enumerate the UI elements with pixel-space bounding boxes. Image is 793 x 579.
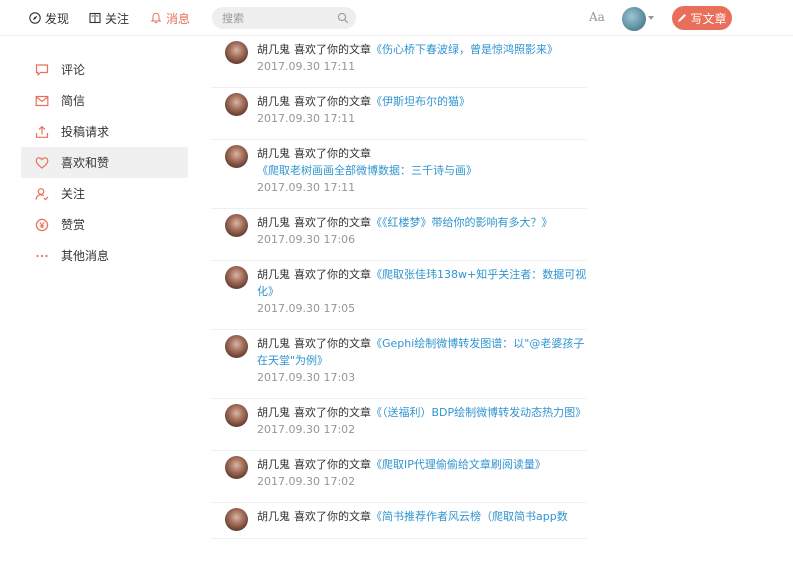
action-text: 喜欢了你的文章: [294, 510, 371, 523]
avatar[interactable]: [225, 335, 248, 358]
article-link[interactable]: 《《红楼梦》带给你的影响有多大？》: [371, 216, 553, 229]
list-item: 胡几鬼 喜欢了你的文章《Gephi绘制微博转发图谱：以"@老婆孩子在天堂"为例》 …: [211, 330, 587, 399]
avatar[interactable]: [225, 456, 248, 479]
action-text: 喜欢了你的文章: [294, 216, 371, 229]
user-link[interactable]: 胡几鬼: [257, 510, 290, 523]
article-link[interactable]: 《伊斯坦布尔的猫》: [371, 95, 470, 108]
bell-icon: [150, 12, 162, 24]
sidebar-item-likes[interactable]: 喜欢和赞: [21, 147, 188, 178]
article-link[interactable]: 《爬取IP代理偷偷给文章刷阅读量》: [371, 458, 546, 471]
book-icon: [89, 12, 101, 24]
list-item: 胡几鬼 喜欢了你的文章《伊斯坦布尔的猫》 2017.09.30 17:11: [211, 88, 587, 140]
list-item: 胡几鬼 喜欢了你的文章《爬取张佳玮138w+知乎关注者：数据可视化》 2017.0…: [211, 261, 587, 330]
timestamp: 2017.09.30 17:06: [257, 233, 356, 246]
nav-follow-label: 关注: [105, 11, 130, 26]
list-item: 胡几鬼 喜欢了你的文章《（送福利）BDP绘制微博转发动态热力图》 2017.09.…: [211, 399, 587, 451]
write-article-label: 写文章: [690, 11, 727, 26]
timestamp: 2017.09.30 17:11: [257, 60, 356, 73]
avatar[interactable]: [225, 93, 248, 116]
avatar[interactable]: [225, 145, 248, 168]
search-input[interactable]: [222, 10, 332, 26]
sidebar-item-messages[interactable]: 简信: [21, 85, 188, 116]
action-text: 喜欢了你的文章: [294, 458, 371, 471]
nav-messages-label: 消息: [166, 11, 191, 26]
list-item: 胡几鬼 喜欢了你的文章《爬取老树画画全部微博数据：三千诗与画》 2017.09.3…: [211, 140, 587, 209]
user-link[interactable]: 胡几鬼: [257, 337, 290, 350]
avatar[interactable]: [225, 508, 248, 531]
article-link[interactable]: 《（送福利）BDP绘制微博转发动态热力图》: [371, 406, 586, 419]
nav-messages[interactable]: 消息: [150, 10, 190, 26]
notification-list: 胡几鬼 喜欢了你的文章《伤心桥下春波绿，曾是惊鸿照影来》 2017.09.30 1…: [211, 36, 587, 539]
action-text: 喜欢了你的文章: [294, 147, 371, 160]
article-link[interactable]: 《简书推荐作者风云榜（爬取简书app数: [371, 510, 568, 523]
sidebar-item-label: 简信: [61, 94, 86, 108]
mail-icon: [35, 95, 49, 106]
heart-icon: [35, 156, 49, 169]
compass-icon: [29, 12, 41, 24]
yen-icon: [35, 218, 49, 231]
avatar[interactable]: [225, 214, 248, 237]
chevron-down-icon[interactable]: [648, 16, 654, 20]
user-link[interactable]: 胡几鬼: [257, 147, 290, 160]
write-article-button[interactable]: 写文章: [672, 6, 732, 30]
action-text: 喜欢了你的文章: [294, 268, 371, 281]
sidebar-item-label: 关注: [61, 187, 86, 201]
search-box: [212, 7, 356, 29]
sidebar-item-submissions[interactable]: 投稿请求: [21, 116, 188, 147]
more-icon: [36, 254, 48, 257]
article-link[interactable]: 《伤心桥下春波绿，曾是惊鸿照影来》: [371, 43, 558, 56]
sidebar: 评论 简信 投稿请求 喜欢和赞 关注 赞赏 其他消息: [21, 54, 188, 271]
user-avatar[interactable]: [622, 7, 646, 31]
top-navbar: 发现 关注 消息 Aa 写文章: [0, 0, 793, 36]
article-link[interactable]: 《爬取老树画画全部微博数据：三千诗与画》: [257, 164, 477, 177]
list-item: 胡几鬼 喜欢了你的文章《伤心桥下春波绿，曾是惊鸿照影来》 2017.09.30 1…: [211, 36, 587, 88]
timestamp: 2017.09.30 17:02: [257, 423, 356, 436]
user-link[interactable]: 胡几鬼: [257, 268, 290, 281]
user-link[interactable]: 胡几鬼: [257, 95, 290, 108]
pen-icon: [678, 14, 687, 22]
sidebar-item-other[interactable]: 其他消息: [21, 240, 188, 271]
nav-follow[interactable]: 关注: [89, 10, 129, 26]
avatar[interactable]: [225, 404, 248, 427]
timestamp: 2017.09.30 17:11: [257, 181, 356, 194]
nav-discover[interactable]: 发现: [29, 10, 69, 26]
action-text: 喜欢了你的文章: [294, 95, 371, 108]
sidebar-item-comments[interactable]: 评论: [21, 54, 188, 85]
user-link[interactable]: 胡几鬼: [257, 216, 290, 229]
timestamp: 2017.09.30 17:11: [257, 112, 356, 125]
list-item: 胡几鬼 喜欢了你的文章《《红楼梦》带给你的影响有多大？》 2017.09.30 1…: [211, 209, 587, 261]
comment-icon: [35, 63, 49, 76]
user-follow-icon: [35, 187, 49, 200]
action-text: 喜欢了你的文章: [294, 337, 371, 350]
timestamp: 2017.09.30 17:05: [257, 302, 356, 315]
avatar[interactable]: [225, 266, 248, 289]
upload-icon: [35, 125, 49, 138]
sidebar-item-label: 投稿请求: [61, 125, 110, 139]
sidebar-item-label: 赞赏: [61, 218, 86, 232]
sidebar-item-rewards[interactable]: 赞赏: [21, 209, 188, 240]
user-link[interactable]: 胡几鬼: [257, 458, 290, 471]
search-icon[interactable]: [337, 12, 349, 24]
sidebar-item-follows[interactable]: 关注: [21, 178, 188, 209]
avatar[interactable]: [225, 41, 248, 64]
font-size-toggle[interactable]: Aa: [589, 10, 605, 24]
timestamp: 2017.09.30 17:03: [257, 371, 356, 384]
action-text: 喜欢了你的文章: [294, 406, 371, 419]
list-item: 胡几鬼 喜欢了你的文章《简书推荐作者风云榜（爬取简书app数: [211, 503, 587, 539]
list-item: 胡几鬼 喜欢了你的文章《爬取IP代理偷偷给文章刷阅读量》 2017.09.30 1…: [211, 451, 587, 503]
nav-discover-label: 发现: [45, 11, 70, 26]
sidebar-item-label: 评论: [61, 63, 86, 77]
action-text: 喜欢了你的文章: [294, 43, 371, 56]
timestamp: 2017.09.30 17:02: [257, 475, 356, 488]
sidebar-item-label: 其他消息: [61, 249, 110, 263]
user-link[interactable]: 胡几鬼: [257, 406, 290, 419]
user-link[interactable]: 胡几鬼: [257, 43, 290, 56]
sidebar-item-label: 喜欢和赞: [61, 156, 110, 170]
